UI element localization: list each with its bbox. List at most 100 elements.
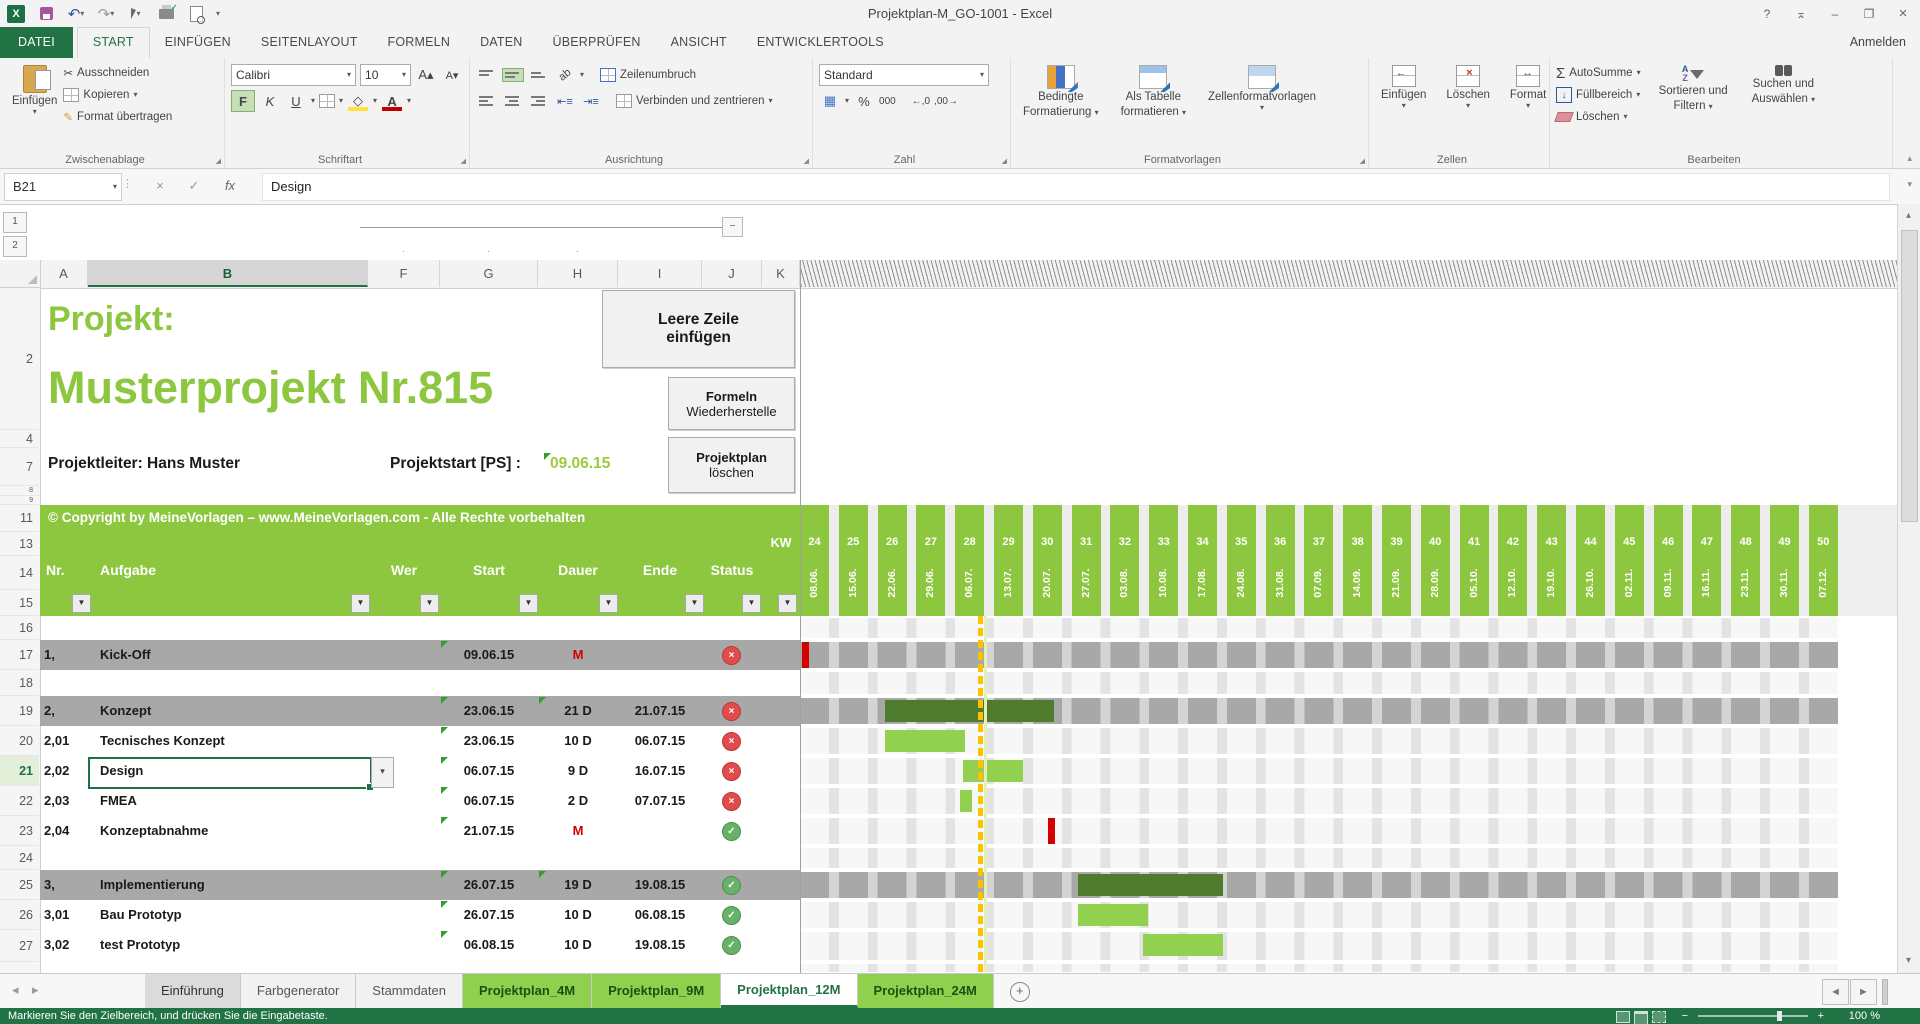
insert-cells-button[interactable]: Einfügen▾	[1375, 62, 1432, 113]
normal-view-icon[interactable]	[1616, 1011, 1630, 1023]
fill-button[interactable]: ↓Füllbereich▾	[1556, 84, 1641, 106]
find-select-button[interactable]: Suchen und Auswählen ▾	[1746, 62, 1821, 128]
filter-dropdown-icon[interactable]: ▼	[351, 594, 370, 613]
row-header-7[interactable]: 7	[0, 448, 39, 486]
align-center-icon[interactable]	[502, 92, 524, 110]
sheet-tab-stammdaten[interactable]: Stammdaten	[356, 974, 463, 1008]
column-header-G[interactable]: G	[440, 260, 538, 287]
cut-button[interactable]: ✂Ausschneiden	[63, 62, 172, 84]
percent-style-button[interactable]: %	[853, 91, 875, 111]
insert-empty-row-button[interactable]: Leere Zeileeinfügen	[602, 290, 795, 368]
task-start[interactable]: 06.07.15	[440, 793, 538, 808]
sheet-tab-projektplan_4m[interactable]: Projektplan_4M	[463, 974, 592, 1008]
row-header-17[interactable]: 17	[0, 640, 39, 670]
ribbon-tab-daten[interactable]: DATEN	[465, 27, 537, 58]
accounting-format-icon[interactable]: ▦	[819, 91, 841, 111]
vertical-scrollbar[interactable]: ▴ ▾	[1897, 204, 1920, 973]
task-start[interactable]: 21.07.15	[440, 823, 538, 838]
minimize-icon[interactable]: –	[1818, 0, 1852, 27]
conditional-formatting-button[interactable]: Bedingte Formatierung ▾	[1017, 62, 1105, 122]
filter-dropdown-icon[interactable]: ▼	[519, 594, 538, 613]
row-header-26[interactable]: 26	[0, 900, 39, 930]
italic-button[interactable]: K	[259, 91, 281, 111]
format-painter-button[interactable]: ✎Format übertragen	[63, 106, 172, 128]
increase-decimal-icon[interactable]: ←,0	[912, 96, 930, 107]
sheet-tab-projektplan_12m[interactable]: Projektplan_12M	[721, 974, 857, 1008]
outline-level-1-button[interactable]: 1	[3, 212, 27, 233]
task-nr[interactable]: 1,	[44, 647, 55, 662]
task-start[interactable]: 09.06.15	[440, 647, 538, 662]
tab-scroll-right-icon[interactable]: ▸	[32, 982, 39, 998]
task-dur[interactable]: M	[538, 647, 618, 662]
task-start[interactable]: 26.07.15	[440, 877, 538, 892]
delete-projectplan-button[interactable]: Projektplanlöschen	[668, 437, 795, 493]
merge-center-button[interactable]: Verbinden und zentrieren	[636, 95, 765, 107]
copy-button[interactable]: Kopieren▾	[63, 84, 172, 106]
decrease-decimal-icon[interactable]: ,00→	[934, 96, 958, 107]
task-name[interactable]: Kick-Off	[100, 647, 151, 662]
task-end[interactable]: 21.07.15	[618, 703, 702, 718]
formula-input[interactable]: Design	[262, 173, 1890, 201]
expand-formula-bar-icon[interactable]: ▾	[1907, 179, 1912, 190]
task-name[interactable]: FMEA	[100, 793, 137, 808]
task-nr[interactable]: 2,03	[44, 793, 69, 808]
filter-dropdown-icon[interactable]: ▼	[778, 594, 797, 613]
row-header-24[interactable]: 24	[0, 846, 39, 870]
filter-dropdown-icon[interactable]: ▼	[599, 594, 618, 613]
restore-formulas-button[interactable]: FormelnWiederherstelle	[668, 377, 795, 430]
row-header-23[interactable]: 23	[0, 816, 39, 846]
page-break-view-icon[interactable]	[1652, 1011, 1666, 1023]
task-nr[interactable]: 2,04	[44, 823, 69, 838]
task-start[interactable]: 06.08.15	[440, 937, 538, 952]
increase-indent-icon[interactable]: ⇥≡	[580, 91, 602, 111]
collapse-column-group-button[interactable]: −	[722, 217, 743, 237]
row-header-2[interactable]: 2	[0, 288, 39, 430]
column-header-J[interactable]: J	[702, 260, 762, 287]
task-nr[interactable]: 2,	[44, 703, 55, 718]
task-dur[interactable]: 10 D	[538, 907, 618, 922]
task-name[interactable]: Konzeptabnahme	[100, 823, 208, 838]
row-header-19[interactable]: 19	[0, 696, 39, 726]
task-name[interactable]: test Prototyp	[100, 937, 180, 952]
dialog-launcher-icon[interactable]: ◢	[1002, 157, 1007, 165]
task-nr[interactable]: 2,02	[44, 763, 69, 778]
task-end[interactable]: 19.08.15	[618, 877, 702, 892]
tab-scroll-left-icon[interactable]: ◂	[12, 982, 19, 998]
sheet-tab-einführung[interactable]: Einführung	[145, 974, 241, 1008]
align-top-icon[interactable]	[476, 66, 498, 84]
task-nr[interactable]: 3,	[44, 877, 55, 892]
select-all-corner[interactable]	[0, 260, 41, 288]
sign-in-link[interactable]: Anmelden	[1850, 27, 1906, 57]
row-header-16[interactable]: 16	[0, 616, 39, 640]
task-name[interactable]: Implementierung	[100, 877, 205, 892]
row-header-18[interactable]: 18	[0, 670, 39, 696]
sort-filter-button[interactable]: AZ Sortieren und Filtern ▾	[1653, 62, 1734, 128]
row-header-21[interactable]: 21	[0, 756, 39, 786]
row-header-27[interactable]: 27	[0, 930, 39, 962]
row-header-25[interactable]: 25	[0, 870, 39, 900]
task-dur[interactable]: 10 D	[538, 937, 618, 952]
task-nr[interactable]: 3,01	[44, 907, 69, 922]
sheet-tab-farbgenerator[interactable]: Farbgenerator	[241, 974, 356, 1008]
task-end[interactable]: 06.07.15	[618, 733, 702, 748]
task-dur[interactable]: M	[538, 823, 618, 838]
collapse-ribbon-icon[interactable]: ▴	[1907, 153, 1912, 164]
task-dur[interactable]: 2 D	[538, 793, 618, 808]
dialog-launcher-icon[interactable]: ◢	[1360, 157, 1365, 165]
task-name[interactable]: Bau Prototyp	[100, 907, 182, 922]
ribbon-tab-entwicklertools[interactable]: ENTWICKLERTOOLS	[742, 27, 899, 58]
task-dur[interactable]: 19 D	[538, 877, 618, 892]
restore-icon[interactable]: ❐	[1852, 0, 1886, 27]
name-box[interactable]: B21▾	[4, 173, 122, 201]
filter-dropdown-icon[interactable]: ▼	[685, 594, 704, 613]
comma-style-button[interactable]: 000	[879, 96, 896, 107]
zoom-slider[interactable]	[1698, 1015, 1808, 1017]
dialog-launcher-icon[interactable]: ◢	[804, 157, 809, 165]
cancel-icon[interactable]: ×	[148, 175, 172, 197]
fill-color-button[interactable]: ◇	[347, 91, 369, 111]
filter-dropdown-icon[interactable]: ▼	[742, 594, 761, 613]
underline-button[interactable]: U	[285, 91, 307, 111]
ribbon-display-options-icon[interactable]: ⌅	[1784, 0, 1818, 27]
close-icon[interactable]: ×	[1886, 0, 1920, 27]
font-size-combo[interactable]: 10▾	[360, 64, 411, 86]
